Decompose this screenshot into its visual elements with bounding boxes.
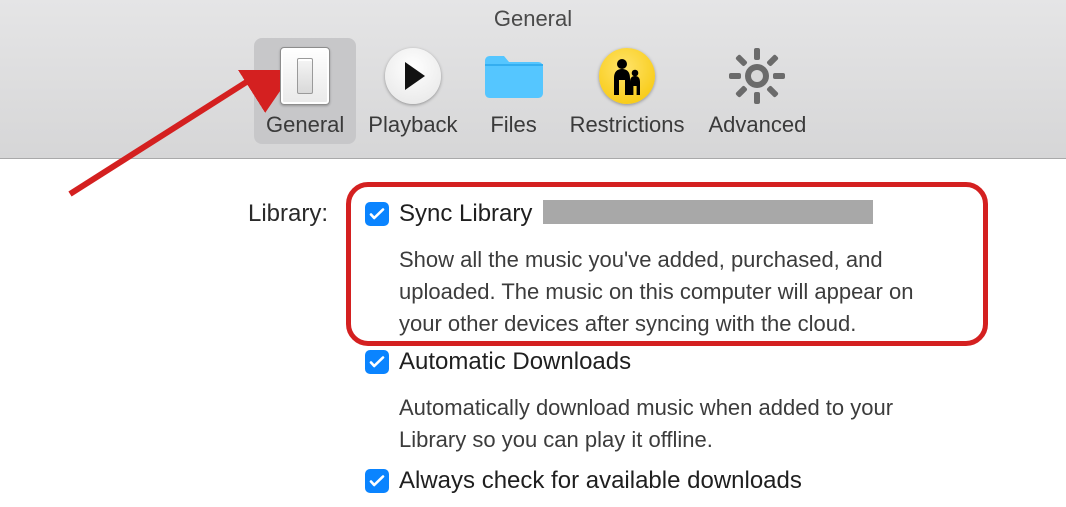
tab-restrictions[interactable]: Restrictions: [558, 38, 697, 144]
redacted-account-text: [543, 200, 873, 224]
sync-library-title: Sync Library: [399, 200, 873, 228]
play-icon: [381, 44, 445, 108]
tab-general[interactable]: General: [254, 38, 356, 144]
preferences-toolbar: General General Playback Files: [0, 0, 1066, 159]
always-check-downloads-title: Always check for available downloads: [399, 467, 802, 495]
preferences-tabs: General Playback Files: [254, 38, 818, 144]
tab-advanced[interactable]: Advanced: [696, 38, 818, 144]
window-title: General: [0, 6, 1066, 32]
option-automatic-downloads: Automatic Downloads Automatically downlo…: [365, 348, 965, 456]
gear-icon: [725, 44, 789, 108]
parental-controls-icon: [595, 44, 659, 108]
tab-files[interactable]: Files: [470, 38, 558, 144]
automatic-downloads-description: Automatically download music when added …: [399, 392, 959, 456]
always-check-downloads-checkbox[interactable]: [365, 469, 389, 493]
library-section-label: Library:: [248, 200, 328, 228]
option-always-check-downloads: Always check for available downloads: [365, 467, 965, 495]
folder-icon: [482, 44, 546, 108]
option-sync-library: Sync Library Show all the music you've a…: [365, 200, 965, 340]
tab-playback[interactable]: Playback: [356, 38, 469, 144]
sync-library-checkbox[interactable]: [365, 202, 389, 226]
sync-library-description: Show all the music you've added, purchas…: [399, 244, 959, 340]
light-switch-icon: [273, 44, 337, 108]
automatic-downloads-title: Automatic Downloads: [399, 348, 631, 376]
automatic-downloads-checkbox[interactable]: [365, 350, 389, 374]
